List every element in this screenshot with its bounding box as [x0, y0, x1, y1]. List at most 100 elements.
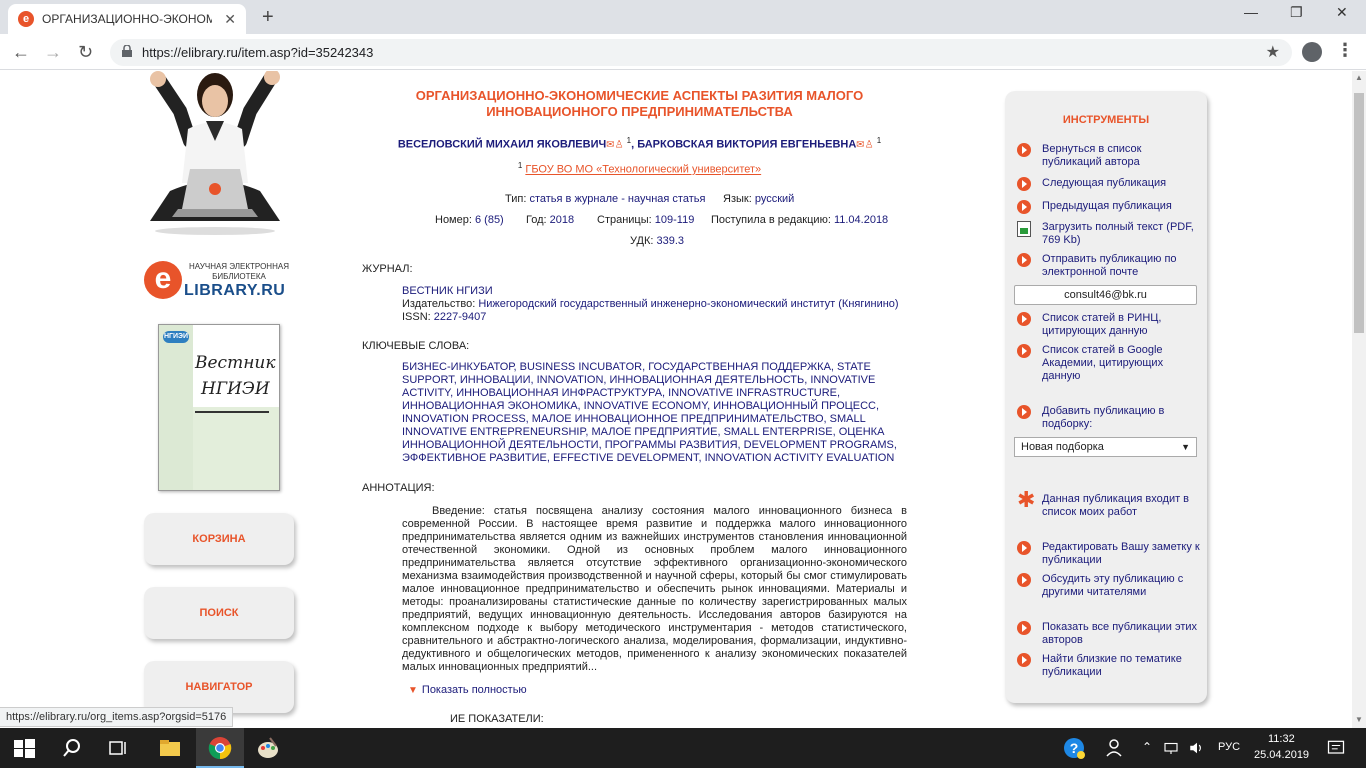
browser-toolbar: ← → ↻ https://elibrary.ru/item.asp?id=35… — [0, 34, 1366, 70]
cover-title-line1: Вестник — [195, 353, 276, 373]
scroll-up-icon[interactable]: ▲ — [1355, 73, 1363, 82]
play-icon — [1017, 573, 1031, 587]
search-button[interactable]: ПОИСК — [144, 587, 294, 639]
abstract-text: Введение: статья посвящена анализу состо… — [402, 505, 907, 673]
tab-close-icon[interactable]: ✕ — [224, 11, 236, 28]
issue-number: Номер: 6 (85) — [435, 214, 504, 226]
show-all-author-publications[interactable]: Показать все публикации этих авторов — [1017, 621, 1202, 647]
find-similar[interactable]: Найти близкие по тематике публикации — [1017, 653, 1202, 679]
play-icon — [1017, 653, 1031, 667]
author-profile-icon[interactable]: ♙ — [615, 140, 624, 151]
cart-button[interactable]: КОРЗИНА — [144, 513, 294, 565]
browser-tabbar: e ОРГАНИЗАЦИОННО-ЭКОНОМИ ✕ + — ❐ ✕ — [0, 0, 1366, 34]
next-publication[interactable]: Следующая публикация — [1017, 177, 1202, 191]
triangle-down-icon: ▼ — [408, 685, 418, 696]
pages: Страницы: 109-119 — [597, 214, 695, 226]
publication-type: Тип: статья в журнале - научная статья — [505, 193, 706, 205]
scroll-thumb[interactable] — [1354, 93, 1364, 333]
previous-publication[interactable]: Предыдущая публикация — [1017, 200, 1202, 214]
add-to-collection[interactable]: Добавить публикацию в подборку: — [1017, 405, 1202, 431]
journal-section-label: ЖУРНАЛ: — [362, 263, 413, 275]
journal-info: ВЕСТНИК НГИЗИ Издательство: Нижегородски… — [402, 285, 899, 323]
task-view-icon[interactable] — [106, 736, 130, 760]
back-icon[interactable]: ← — [12, 42, 30, 63]
logo-e-icon: e — [144, 261, 182, 299]
email-input[interactable]: consult46@bk.ru — [1014, 285, 1197, 305]
cover-title-line2: НГИЭИ — [201, 379, 270, 399]
author-profile-icon[interactable]: ♙ — [865, 140, 874, 151]
play-icon — [1017, 177, 1031, 191]
new-tab-icon[interactable]: + — [262, 6, 274, 29]
play-icon — [1017, 312, 1031, 326]
author-link-1[interactable]: ВЕСЕЛОВСКИЙ МИХАИЛ ЯКОВЛЕВИЧ — [398, 139, 606, 151]
browser-tab[interactable]: e ОРГАНИЗАЦИОННО-ЭКОНОМИ ✕ — [8, 4, 246, 34]
browser-menu-icon[interactable]: ⋮ — [1336, 40, 1354, 61]
search-icon[interactable] — [60, 736, 84, 760]
year: Год: 2018 — [526, 214, 575, 226]
maximize-icon[interactable]: ❐ — [1290, 4, 1303, 21]
people-icon[interactable] — [1104, 736, 1128, 760]
journal-name-link[interactable]: ВЕСТНИК НГИЗИ — [402, 285, 899, 298]
cover-badge: НГИЭИ — [163, 331, 189, 343]
close-window-icon[interactable]: ✕ — [1336, 4, 1348, 21]
bookmark-star-icon[interactable]: ★ — [1266, 42, 1280, 62]
keywords-list[interactable]: БИЗНЕС-ИНКУБАТОР, BUSINESS INCUBATOR, ГО… — [402, 361, 902, 465]
abstract-section-label: АННОТАЦИЯ: — [362, 482, 435, 494]
play-icon — [1017, 253, 1031, 267]
partial-section-label: ИЕ ПОКАЗАТЕЛИ: — [450, 713, 544, 725]
scroll-down-icon[interactable]: ▼ — [1355, 715, 1363, 724]
publisher-link[interactable]: Нижегородский государственный инженерно-… — [478, 298, 898, 310]
download-full-text[interactable]: Загрузить полный текст (PDF, 769 Kb) — [1017, 221, 1202, 247]
notifications-icon[interactable] — [1326, 736, 1346, 760]
clock-date[interactable]: 25.04.2019 — [1254, 749, 1309, 761]
reload-icon[interactable]: ↻ — [78, 42, 93, 63]
journal-cover-image[interactable]: НГИЭИ Вестник НГИЭИ — [158, 324, 280, 491]
my-works-item[interactable]: ✱ Данная публикация входит в список моих … — [1017, 487, 1202, 519]
language: Язык: русский — [723, 193, 795, 205]
show-hidden-icons-icon[interactable]: ⌃ — [1142, 740, 1152, 754]
issue-link[interactable]: 6 (85) — [475, 214, 504, 226]
play-icon — [1017, 541, 1031, 555]
back-to-author-list[interactable]: Вернуться в список публикаций автора — [1017, 143, 1202, 169]
google-citing-list[interactable]: Список статей в Google Академии, цитирую… — [1017, 344, 1202, 383]
play-icon — [1017, 405, 1031, 419]
page-scrollbar[interactable]: ▲ ▼ — [1352, 71, 1366, 728]
affiliation: 1 ГБОУ ВО МО «Технологический университе… — [517, 161, 762, 176]
lock-icon — [122, 45, 132, 57]
help-icon[interactable]: ? — [1062, 736, 1086, 760]
rinc-citing-list[interactable]: Список статей в РИНЦ, цитирующих данную — [1017, 312, 1202, 338]
minimize-icon[interactable]: — — [1244, 4, 1258, 20]
play-icon — [1017, 143, 1031, 157]
clock-time[interactable]: 11:32 — [1268, 733, 1295, 745]
network-icon[interactable] — [1162, 736, 1180, 760]
address-bar[interactable]: https://elibrary.ru/item.asp?id=35242343… — [110, 39, 1292, 66]
author-mail-icon[interactable]: ✉ — [606, 140, 614, 151]
author-mail-icon[interactable]: ✉ — [856, 140, 864, 151]
chrome-icon[interactable] — [208, 736, 232, 760]
paint-icon[interactable] — [256, 736, 280, 760]
windows-start-icon[interactable] — [12, 736, 36, 760]
hero-woman-laptop-image — [150, 71, 280, 235]
asterisk-icon: ✱ — [1017, 487, 1036, 512]
url-text[interactable]: https://elibrary.ru/item.asp?id=35242343 — [142, 45, 373, 60]
author-link-2[interactable]: БАРКОВСКАЯ ВИКТОРИЯ ЕВГЕНЬЕВНА — [637, 139, 856, 151]
file-explorer-icon[interactable] — [158, 736, 182, 760]
forward-icon[interactable]: → — [44, 42, 62, 63]
status-bar-url: https://elibrary.ru/org_items.asp?orgsid… — [0, 707, 234, 727]
affiliation-link[interactable]: ГБОУ ВО МО «Технологический университет» — [525, 164, 761, 176]
play-icon — [1017, 621, 1031, 635]
discuss-publication[interactable]: Обсудить эту публикацию с другими читате… — [1017, 573, 1202, 599]
navigator-button[interactable]: НАВИГАТОР — [144, 661, 294, 713]
elibrary-logo[interactable]: e НАУЧНАЯ ЭЛЕКТРОННАЯ БИБЛИОТЕКА LIBRARY… — [144, 261, 294, 301]
volume-icon[interactable] — [1188, 736, 1206, 760]
edit-note[interactable]: Редактировать Вашу заметку к публикации — [1017, 541, 1202, 567]
page-content: e НАУЧНАЯ ЭЛЕКТРОННАЯ БИБЛИОТЕКА LIBRARY… — [0, 71, 1352, 728]
elibrary-favicon-icon: e — [18, 11, 34, 27]
show-more-link[interactable]: ▼ Показать полностью — [408, 684, 527, 696]
profile-avatar-icon[interactable] — [1302, 42, 1322, 62]
send-by-email[interactable]: Отправить публикацию по электронной почт… — [1017, 253, 1202, 279]
input-language[interactable]: РУС — [1218, 741, 1240, 753]
collection-select[interactable]: Новая подборка ▼ — [1014, 437, 1197, 457]
tab-title: ОРГАНИЗАЦИОННО-ЭКОНОМИ — [42, 12, 212, 26]
logo-subtitle: НАУЧНАЯ ЭЛЕКТРОННАЯ БИБЛИОТЕКА — [189, 262, 289, 281]
